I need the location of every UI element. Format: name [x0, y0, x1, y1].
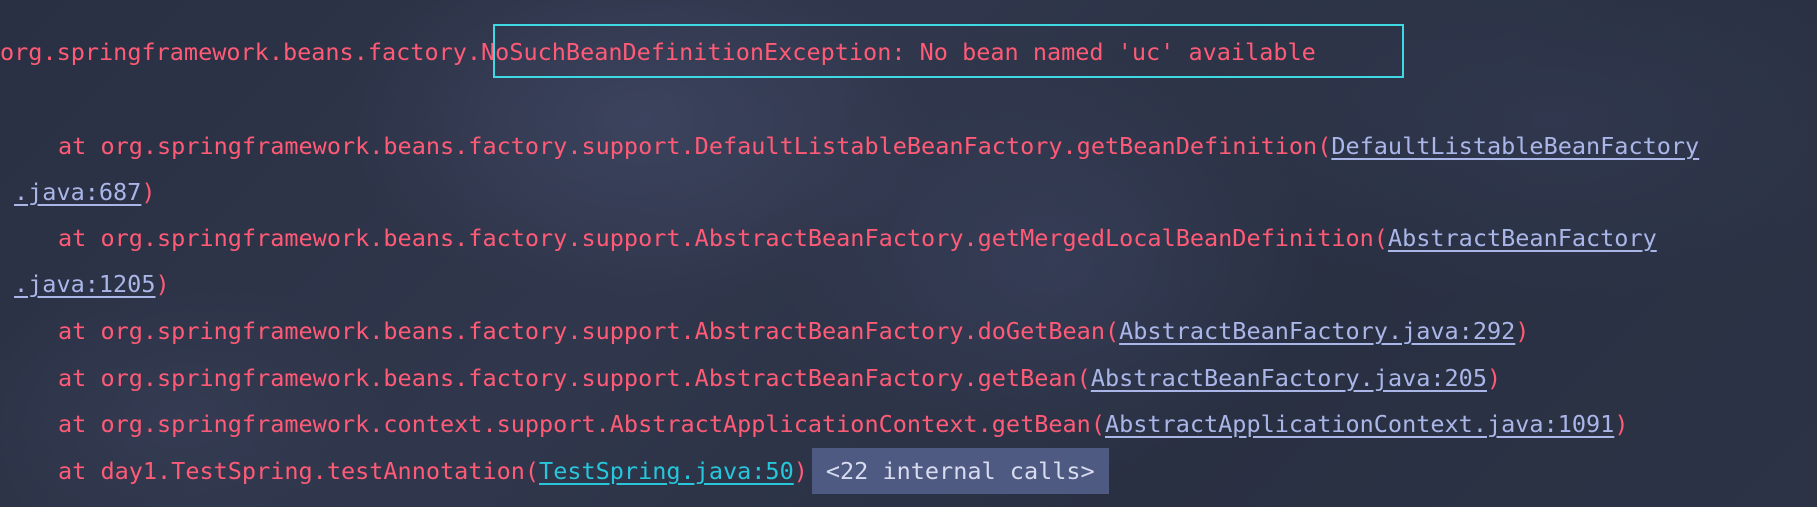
stack-frame-continuation: .java:687) — [0, 172, 156, 212]
source-link[interactable]: AbstractApplicationContext.java:1091 — [1105, 410, 1614, 438]
source-link[interactable]: DefaultListableBeanFactory — [1331, 132, 1699, 160]
stack-frame-suffix: ) — [793, 457, 808, 485]
internal-calls-fold[interactable]: <22 internal calls> — [811, 448, 1109, 494]
source-link[interactable]: AbstractBeanFactory.java:292 — [1119, 317, 1515, 345]
exception-package: org.springframework.beans.factory — [0, 38, 467, 66]
stack-frame: at org.springframework.beans.factory.sup… — [0, 218, 1657, 258]
console-output: org.springframework.beans.factory.NoSuch… — [0, 0, 1817, 507]
stack-frame-suffix: ) — [1486, 364, 1502, 392]
source-link[interactable]: .java:687 — [14, 178, 141, 206]
stack-frame-suffix: ) — [1515, 317, 1530, 345]
stack-frame: at day1.TestSpring.testAnnotation(TestSp… — [0, 448, 1109, 494]
stack-frame-text: at day1.TestSpring.testAnnotation( — [58, 457, 540, 485]
stack-frame: at org.springframework.context.support.A… — [0, 404, 1628, 444]
source-link[interactable]: AbstractBeanFactory — [1388, 224, 1657, 252]
stack-frame-text: at org.springframework.beans.factory.sup… — [58, 224, 1388, 252]
stack-frame: at org.springframework.beans.factory.sup… — [0, 311, 1529, 351]
source-link[interactable]: TestSpring.java:50 — [539, 457, 794, 485]
stack-frame-continuation: .java:1205) — [0, 264, 170, 304]
stack-frame-text: at org.springframework.beans.factory.sup… — [58, 317, 1120, 345]
stack-frame-suffix: ) — [1614, 410, 1629, 438]
stack-frame: at org.springframework.beans.factory.sup… — [0, 126, 1699, 166]
highlight-box — [493, 24, 1404, 78]
stack-frame-suffix: ) — [155, 270, 170, 298]
stack-frame-suffix: ) — [141, 178, 156, 206]
stack-frame-text: at org.springframework.beans.factory.sup… — [58, 132, 1332, 160]
stack-frame-text: at org.springframework.context.support.A… — [58, 410, 1105, 438]
stack-frame: at org.springframework.beans.factory.sup… — [0, 358, 1501, 398]
source-link[interactable]: .java:1205 — [14, 270, 155, 298]
stack-frame-text: at org.springframework.beans.factory.sup… — [58, 364, 1091, 392]
source-link[interactable]: AbstractBeanFactory.java:205 — [1091, 364, 1487, 392]
